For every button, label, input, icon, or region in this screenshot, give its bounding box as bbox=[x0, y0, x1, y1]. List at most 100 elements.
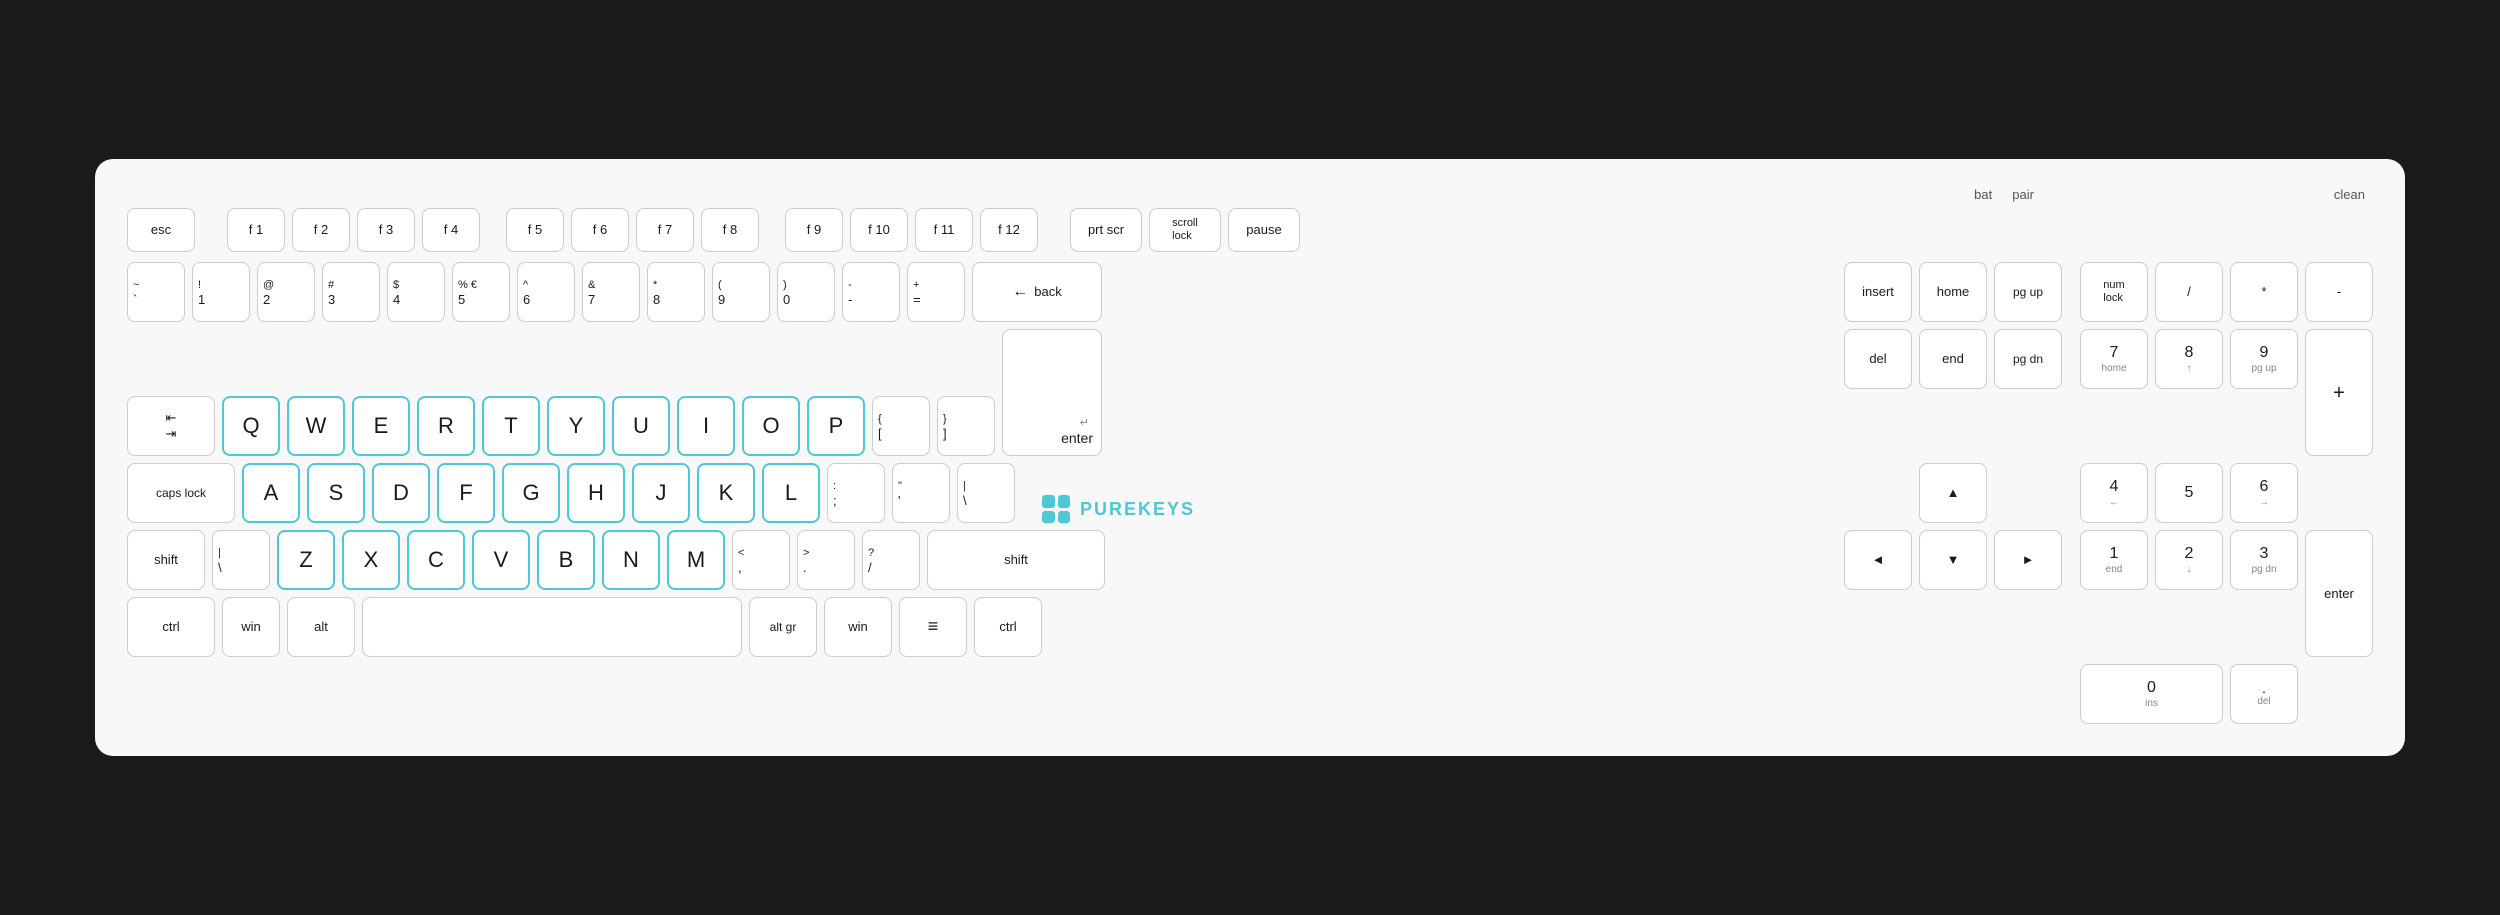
key-pgdn[interactable]: pg dn bbox=[1994, 329, 2062, 389]
key-quote[interactable]: " ' bbox=[892, 463, 950, 523]
key-f5[interactable]: f 5 bbox=[506, 208, 564, 252]
key-equals[interactable]: + = bbox=[907, 262, 965, 322]
key-d[interactable]: D bbox=[372, 463, 430, 523]
key-s[interactable]: S bbox=[307, 463, 365, 523]
key-i[interactable]: I bbox=[677, 396, 735, 456]
key-7[interactable]: & 7 bbox=[582, 262, 640, 322]
key-prtscr[interactable]: prt scr bbox=[1070, 208, 1142, 252]
key-f1[interactable]: f 1 bbox=[227, 208, 285, 252]
key-q[interactable]: Q bbox=[222, 396, 280, 456]
key-f8[interactable]: f 8 bbox=[701, 208, 759, 252]
key-k[interactable]: K bbox=[697, 463, 755, 523]
key-b[interactable]: B bbox=[537, 530, 595, 590]
key-pause[interactable]: pause bbox=[1228, 208, 1300, 252]
key-8[interactable]: * 8 bbox=[647, 262, 705, 322]
key-5[interactable]: % € 5 bbox=[452, 262, 510, 322]
key-f10[interactable]: f 10 bbox=[850, 208, 908, 252]
key-w[interactable]: W bbox=[287, 396, 345, 456]
key-num8[interactable]: 8 ↑ bbox=[2155, 329, 2223, 389]
key-1[interactable]: ! 1 bbox=[192, 262, 250, 322]
key-num9[interactable]: 9 pg up bbox=[2230, 329, 2298, 389]
key-enter[interactable]: ↵ enter bbox=[1002, 329, 1102, 456]
key-num7[interactable]: 7 home bbox=[2080, 329, 2148, 389]
key-up[interactable]: ▲ bbox=[1919, 463, 1987, 523]
key-num3[interactable]: 3 pg dn bbox=[2230, 530, 2298, 590]
key-delete[interactable]: del bbox=[1844, 329, 1912, 389]
key-a[interactable]: A bbox=[242, 463, 300, 523]
key-j[interactable]: J bbox=[632, 463, 690, 523]
key-numplus[interactable]: + bbox=[2305, 329, 2373, 456]
key-2[interactable]: @ 2 bbox=[257, 262, 315, 322]
key-numminus[interactable]: - bbox=[2305, 262, 2373, 322]
key-lctrl[interactable]: ctrl bbox=[127, 597, 215, 657]
key-f11[interactable]: f 11 bbox=[915, 208, 973, 252]
key-lbracket[interactable]: { [ bbox=[872, 396, 930, 456]
key-l[interactable]: L bbox=[762, 463, 820, 523]
key-lalt[interactable]: alt bbox=[287, 597, 355, 657]
key-backslash[interactable]: | \ bbox=[957, 463, 1015, 523]
key-numdiv[interactable]: / bbox=[2155, 262, 2223, 322]
key-m[interactable]: M bbox=[667, 530, 725, 590]
key-num1[interactable]: 1 end bbox=[2080, 530, 2148, 590]
key-t[interactable]: T bbox=[482, 396, 540, 456]
key-u[interactable]: U bbox=[612, 396, 670, 456]
key-altgr[interactable]: alt gr bbox=[749, 597, 817, 657]
key-f6[interactable]: f 6 bbox=[571, 208, 629, 252]
key-intl[interactable]: | \ bbox=[212, 530, 270, 590]
key-left[interactable]: ◄ bbox=[1844, 530, 1912, 590]
key-4[interactable]: $ 4 bbox=[387, 262, 445, 322]
key-rbracket[interactable]: } ] bbox=[937, 396, 995, 456]
key-r[interactable]: R bbox=[417, 396, 475, 456]
key-num0[interactable]: 0 ins bbox=[2080, 664, 2223, 724]
key-tilde[interactable]: ~ ` bbox=[127, 262, 185, 322]
key-o[interactable]: O bbox=[742, 396, 800, 456]
key-rwin[interactable]: win bbox=[824, 597, 892, 657]
key-num6[interactable]: 6 → bbox=[2230, 463, 2298, 523]
key-end[interactable]: end bbox=[1919, 329, 1987, 389]
key-right[interactable]: ► bbox=[1994, 530, 2062, 590]
key-esc[interactable]: esc bbox=[127, 208, 195, 252]
key-f3[interactable]: f 3 bbox=[357, 208, 415, 252]
key-capslock[interactable]: caps lock bbox=[127, 463, 235, 523]
key-numenter[interactable]: enter bbox=[2305, 530, 2373, 657]
key-g[interactable]: G bbox=[502, 463, 560, 523]
key-nummul[interactable]: * bbox=[2230, 262, 2298, 322]
key-3[interactable]: # 3 bbox=[322, 262, 380, 322]
key-rshift[interactable]: shift bbox=[927, 530, 1105, 590]
key-pgup[interactable]: pg up bbox=[1994, 262, 2062, 322]
key-0[interactable]: ) 0 bbox=[777, 262, 835, 322]
key-home[interactable]: home bbox=[1919, 262, 1987, 322]
key-down[interactable]: ▼ bbox=[1919, 530, 1987, 590]
key-semicolon[interactable]: : ; bbox=[827, 463, 885, 523]
key-v[interactable]: V bbox=[472, 530, 530, 590]
key-6[interactable]: ^ 6 bbox=[517, 262, 575, 322]
key-tab[interactable]: ⇤⇥ bbox=[127, 396, 215, 456]
key-insert[interactable]: insert bbox=[1844, 262, 1912, 322]
key-p[interactable]: P bbox=[807, 396, 865, 456]
key-numdel[interactable]: . del bbox=[2230, 664, 2298, 724]
key-f2[interactable]: f 2 bbox=[292, 208, 350, 252]
key-z[interactable]: Z bbox=[277, 530, 335, 590]
key-num2[interactable]: 2 ↓ bbox=[2155, 530, 2223, 590]
key-9[interactable]: ( 9 bbox=[712, 262, 770, 322]
key-num4[interactable]: 4 ← bbox=[2080, 463, 2148, 523]
key-menu[interactable]: ≡ bbox=[899, 597, 967, 657]
key-minus[interactable]: - - bbox=[842, 262, 900, 322]
key-e[interactable]: E bbox=[352, 396, 410, 456]
key-n[interactable]: N bbox=[602, 530, 660, 590]
key-space[interactable] bbox=[362, 597, 742, 657]
key-lwin[interactable]: win bbox=[222, 597, 280, 657]
key-x[interactable]: X bbox=[342, 530, 400, 590]
key-f7[interactable]: f 7 bbox=[636, 208, 694, 252]
key-c[interactable]: C bbox=[407, 530, 465, 590]
key-h[interactable]: H bbox=[567, 463, 625, 523]
key-y[interactable]: Y bbox=[547, 396, 605, 456]
key-numlock[interactable]: numlock bbox=[2080, 262, 2148, 322]
key-scrolllock[interactable]: scrolllock bbox=[1149, 208, 1221, 252]
key-f9[interactable]: f 9 bbox=[785, 208, 843, 252]
key-period[interactable]: > . bbox=[797, 530, 855, 590]
key-slash[interactable]: ? / bbox=[862, 530, 920, 590]
key-comma[interactable]: < , bbox=[732, 530, 790, 590]
key-backspace[interactable]: ← back bbox=[972, 262, 1102, 322]
key-lshift[interactable]: shift bbox=[127, 530, 205, 590]
